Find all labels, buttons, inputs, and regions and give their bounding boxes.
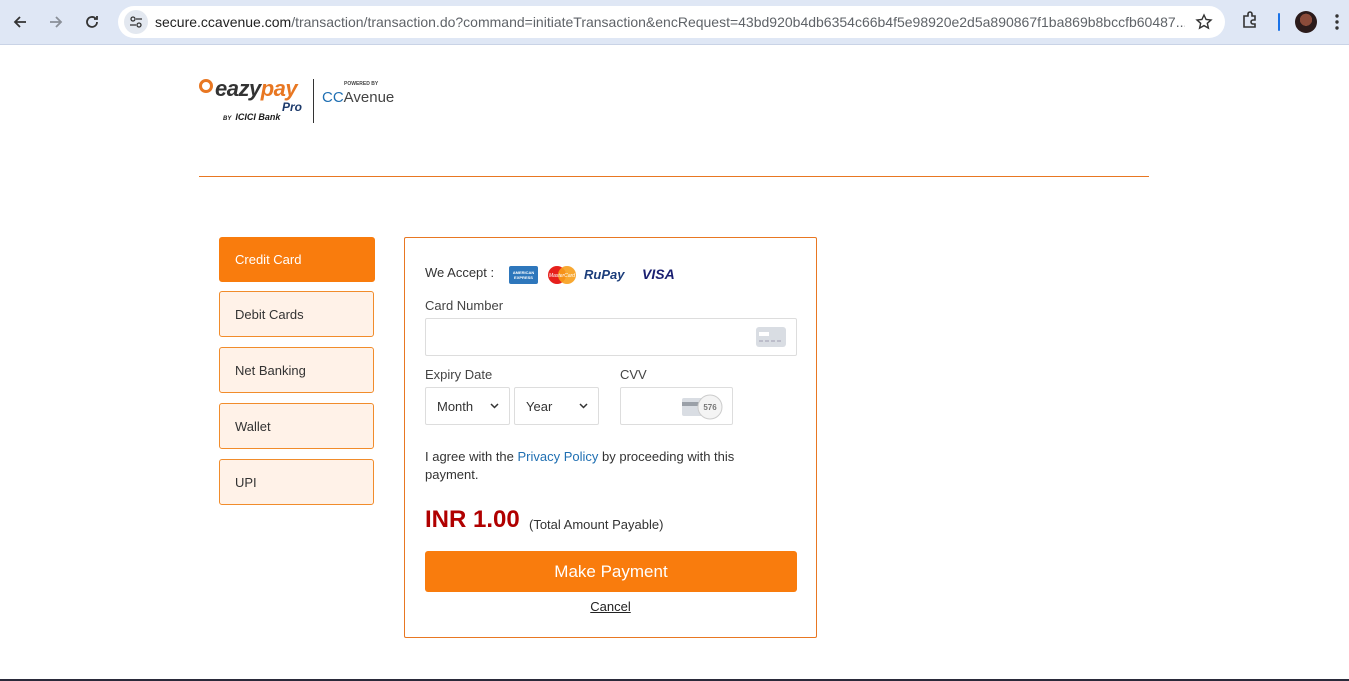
cvv-input[interactable]: 576 <box>620 387 733 425</box>
forward-arrow-icon[interactable] <box>42 8 70 36</box>
eazypay-logo-icon <box>199 79 213 93</box>
year-value: Year <box>526 398 553 414</box>
privacy-policy-link[interactable]: Privacy Policy <box>518 449 599 464</box>
reload-icon[interactable] <box>78 8 106 36</box>
cvv-card-icon: 576 <box>682 394 724 420</box>
tab-wallet[interactable]: Wallet <box>219 403 374 449</box>
tab-debit-cards[interactable]: Debit Cards <box>219 291 374 337</box>
tab-label: UPI <box>235 474 257 490</box>
privacy-agreement-text: I agree with the Privacy Policy by proce… <box>425 449 735 482</box>
card-number-label: Card Number <box>425 298 504 313</box>
pro-label: Pro <box>282 100 303 114</box>
we-accept-label: We Accept : <box>425 265 495 280</box>
expiry-month-select[interactable]: Month <box>425 387 510 425</box>
cancel-link[interactable]: Cancel <box>405 599 816 614</box>
extensions-icon[interactable] <box>1240 10 1260 35</box>
cvv-label: CVV <box>620 367 647 382</box>
eazypay-wordmark: eazypay <box>215 76 298 101</box>
site-info-icon[interactable] <box>124 10 148 34</box>
tab-label: Net Banking <box>235 362 306 378</box>
chevron-down-icon <box>490 403 499 409</box>
tab-upi[interactable]: UPI <box>219 459 374 505</box>
tab-credit-card[interactable]: Credit Card <box>219 237 375 282</box>
star-icon[interactable] <box>1195 13 1213 36</box>
mastercard-logo-icon: MasterCard <box>546 265 578 285</box>
expiry-date-label: Expiry Date <box>425 367 493 382</box>
svg-text:576: 576 <box>703 403 717 412</box>
tab-label: Debit Cards <box>235 306 304 322</box>
browser-toolbar: secure.ccavenue.com/transaction/transact… <box>0 0 1349 45</box>
amount-value: INR 1.00 <box>425 506 520 533</box>
credit-card-icon <box>756 327 786 347</box>
month-value: Month <box>437 398 474 414</box>
amex-logo-icon: AMERICAN EXPRESS <box>509 266 538 284</box>
address-bar[interactable]: secure.ccavenue.com/transaction/transact… <box>118 6 1225 38</box>
card-number-input[interactable] <box>425 318 797 356</box>
credit-card-form: We Accept : AMERICAN EXPRESS MasterCard … <box>404 237 817 638</box>
back-arrow-icon[interactable] <box>6 8 34 36</box>
rupay-logo-icon: RuPay <box>584 266 625 282</box>
chevron-down-icon <box>579 403 588 409</box>
more-menu-icon[interactable] <box>1334 13 1340 36</box>
make-payment-button[interactable]: Make Payment <box>425 551 797 592</box>
amount-note: (Total Amount Payable) <box>529 517 664 532</box>
cancel-label: Cancel <box>590 599 631 614</box>
expiry-year-select[interactable]: Year <box>514 387 599 425</box>
ccavenue-logo: CCAvenue <box>322 89 395 106</box>
avatar[interactable] <box>1295 11 1317 33</box>
header-divider <box>199 176 1149 177</box>
logo-separator <box>313 79 314 123</box>
powered-by-label: POWERED BY <box>344 81 379 87</box>
brand-logo: eazypay Pro BY ICICI Bank POWERED BY CCAv… <box>199 76 409 126</box>
url-text[interactable]: secure.ccavenue.com/transaction/transact… <box>155 14 1185 30</box>
icici-bank-label: BY ICICI Bank <box>223 112 281 122</box>
tab-net-banking[interactable]: Net Banking <box>219 347 374 393</box>
toolbar-divider <box>1278 13 1280 31</box>
tab-label: Credit Card <box>235 252 302 267</box>
tab-label: Wallet <box>235 418 271 434</box>
svg-text:MasterCard: MasterCard <box>549 273 575 279</box>
visa-logo-icon: VISA <box>642 266 675 282</box>
